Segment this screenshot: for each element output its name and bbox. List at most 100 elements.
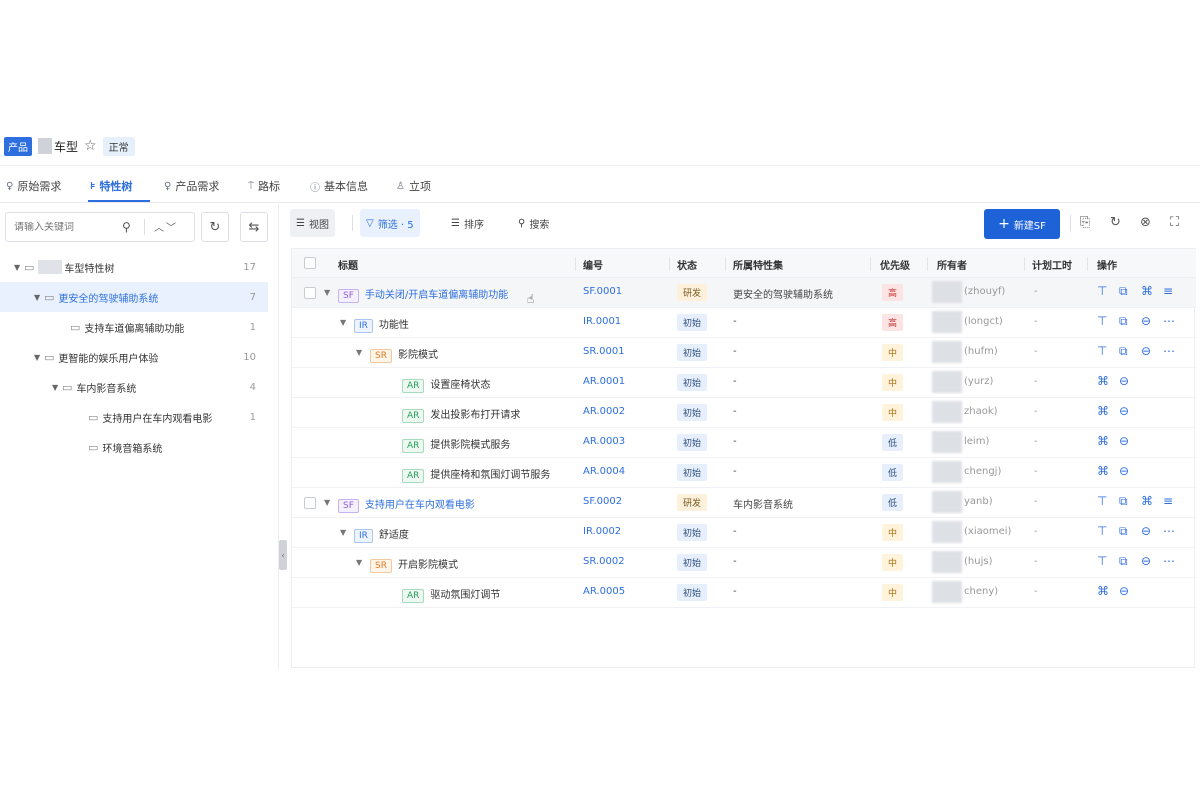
title-text[interactable]: 影院模式 [398, 350, 438, 361]
remove-icon[interactable]: ⊖ [1141, 524, 1151, 538]
link-icon[interactable]: ⌘ [1097, 374, 1109, 388]
table-row[interactable]: AR 设置座椅状态 AR.0001 初始 - 中 (yurz) - ⌘ ⊖ [292, 368, 1196, 398]
title-text[interactable]: 发出投影布打开请求 [430, 410, 520, 421]
more-icon[interactable]: ≡ [1163, 284, 1173, 298]
tab-basic-info[interactable]: ⓘ 基本信息 [310, 176, 368, 196]
title-text[interactable]: 功能性 [379, 320, 409, 331]
expand-arrow-icon[interactable]: ▼ [52, 383, 62, 392]
link-icon[interactable]: ⌘ [1141, 494, 1153, 508]
sidebar-collapse-handle[interactable]: ‹ [279, 540, 287, 570]
table-row[interactable]: ▼ SR 开启影院模式 SR.0002 初始 - 中 (hujs) - ⊤ ⧉ ⊖ ⋯ [292, 548, 1196, 578]
row-checkbox[interactable] [304, 287, 316, 299]
item-code[interactable]: SR.0001 [583, 346, 625, 357]
more-icon[interactable]: ≡ [1163, 494, 1173, 508]
tree-node-root[interactable]: ▼ ▭ 车型特性树 17 [0, 252, 268, 282]
expand-arrow-icon[interactable]: ▼ [356, 348, 362, 357]
table-row[interactable]: ▼ IR 功能性 IR.0001 初始 - 高 (longct) - ⊤ ⧉ ⊖ ⋯ [292, 308, 1196, 338]
item-code[interactable]: SF.0001 [583, 286, 622, 297]
row-title[interactable]: SF 手动关闭/开启车道偏离辅助功能 [338, 286, 508, 303]
row-title[interactable]: AR 驱动氛围灯调节 [402, 586, 500, 603]
table-row[interactable]: ▼ SF 支持用户在车内观看电影 SF.0002 研发 车内影音系统 低 yanb) - ⊤ ⧉ ⌘ ≡ [292, 488, 1196, 518]
row-checkbox[interactable] [304, 497, 316, 509]
link-icon[interactable]: ⌘ [1097, 584, 1109, 598]
tree-action-icon[interactable]: ⊤ [1097, 494, 1107, 508]
link-icon[interactable]: ⌘ [1097, 404, 1109, 418]
row-title[interactable]: AR 设置座椅状态 [402, 376, 490, 393]
refresh-button[interactable]: ↻ [201, 212, 229, 242]
item-code[interactable]: IR.0001 [583, 316, 621, 327]
copy-icon[interactable]: ⧉ [1119, 524, 1128, 539]
tree-node-movie[interactable]: ▭ 支持用户在车内观看电影 1 [0, 402, 268, 432]
title-text[interactable]: 支持用户在车内观看电影 [365, 500, 475, 511]
ellipsis-icon[interactable]: ⋯ [1163, 554, 1175, 568]
remove-icon[interactable]: ⊖ [1119, 434, 1129, 448]
tab-project[interactable]: ♙ 立项 [396, 176, 431, 196]
ellipsis-icon[interactable]: ⋯ [1163, 344, 1175, 358]
tree-node-av-system[interactable]: ▼ ▭ 车内影音系统 4 [0, 372, 268, 402]
tree-node-entertainment[interactable]: ▼ ▭ 更智能的娱乐用户体验 10 [0, 342, 268, 372]
tree-action-icon[interactable]: ⊤ [1097, 524, 1107, 538]
title-text[interactable]: 手动关闭/开启车道偏离辅助功能 [365, 290, 508, 301]
title-text[interactable]: 设置座椅状态 [430, 380, 490, 391]
refresh-icon[interactable]: ↻ [1110, 215, 1121, 230]
expand-arrow-icon[interactable]: ▼ [34, 293, 44, 302]
item-code[interactable]: AR.0001 [583, 376, 625, 387]
view-button[interactable]: ☰ 视图 [290, 209, 335, 237]
switch-button[interactable]: ⇆ [240, 212, 268, 242]
tree-node-safe-driving[interactable]: ▼ ▭ 更安全的驾驶辅助系统 7 [0, 282, 268, 312]
item-code[interactable]: AR.0004 [583, 466, 625, 477]
search-icon[interactable]: ⚲ [122, 220, 131, 234]
sort-button[interactable]: ☰ 排序 [445, 209, 490, 237]
col-priority[interactable]: 优先级 [880, 257, 910, 272]
row-title[interactable]: AR 提供影院模式服务 [402, 436, 510, 453]
row-title[interactable]: IR 功能性 [354, 316, 409, 333]
item-code[interactable]: SR.0002 [583, 556, 625, 567]
copy-icon[interactable]: ⧉ [1119, 554, 1128, 569]
tab-roadmap[interactable]: ⍑ 路标 [248, 176, 280, 196]
title-text[interactable]: 舒适度 [379, 530, 409, 541]
tree-node-speaker[interactable]: ▭ 环境音箱系统 [0, 432, 268, 462]
remove-icon[interactable]: ⊖ [1119, 584, 1129, 598]
table-row[interactable]: ▼ SF 手动关闭/开启车道偏离辅助功能 SF.0001 研发 更安全的驾驶辅助系统 高 (z… [292, 278, 1196, 308]
tab-feature-tree[interactable]: ⊧ 特性树 [90, 176, 132, 196]
tree-action-icon[interactable]: ⊤ [1097, 344, 1107, 358]
row-title[interactable]: SR 开启影院模式 [370, 556, 458, 573]
copy-icon[interactable]: ⧉ [1119, 494, 1128, 509]
ellipsis-icon[interactable]: ⋯ [1163, 314, 1175, 328]
col-planned-hours[interactable]: 计划工时 [1032, 257, 1072, 272]
link-icon[interactable]: ⌘ [1141, 284, 1153, 298]
expand-arrow-icon[interactable]: ▼ [324, 288, 330, 297]
expand-arrow-icon[interactable]: ▼ [340, 318, 346, 327]
table-row[interactable]: AR 发出投影布打开请求 AR.0002 初始 - 中 zhaok) - ⌘ ⊖ [292, 398, 1196, 428]
item-code[interactable]: AR.0005 [583, 586, 625, 597]
row-title[interactable]: SR 影院模式 [370, 346, 438, 363]
remove-icon[interactable]: ⊖ [1141, 314, 1151, 328]
expand-arrow-icon[interactable]: ▼ [356, 558, 362, 567]
table-row[interactable]: AR 提供座椅和氛围灯调节服务 AR.0004 初始 - 低 chengj) - ⌘ ⊖ [292, 458, 1196, 488]
table-row[interactable]: ▼ IR 舒适度 IR.0002 初始 - 中 (xiaomei) - ⊤ ⧉ ⊖ ⋯ [292, 518, 1196, 548]
tree-action-icon[interactable]: ⊤ [1097, 314, 1107, 328]
tab-raw-requirements[interactable]: ♀ 原始需求 [6, 176, 61, 196]
item-code[interactable]: AR.0003 [583, 436, 625, 447]
col-state[interactable]: 状态 [677, 257, 697, 272]
table-row[interactable]: ▼ SR 影院模式 SR.0001 初始 - 中 (hufm) - ⊤ ⧉ ⊖ ⋯ [292, 338, 1196, 368]
remove-icon[interactable]: ⊖ [1141, 554, 1151, 568]
title-text[interactable]: 提供座椅和氛围灯调节服务 [430, 470, 550, 481]
remove-icon[interactable]: ⊖ [1119, 374, 1129, 388]
row-title[interactable]: SF 支持用户在车内观看电影 [338, 496, 475, 513]
col-title[interactable]: 标题 [338, 257, 358, 272]
copy-icon[interactable]: ⧉ [1119, 344, 1128, 359]
copy-icon[interactable]: ⧉ [1119, 314, 1128, 329]
expand-arrow-icon[interactable]: ▼ [340, 528, 346, 537]
copy-icon[interactable]: ⧉ [1119, 284, 1128, 299]
remove-icon[interactable]: ⊖ [1119, 404, 1129, 418]
expand-arrow-icon[interactable]: ▼ [324, 498, 330, 507]
table-row[interactable]: AR 驱动氛围灯调节 AR.0005 初始 - 中 cheny) - ⌘ ⊖ [292, 578, 1196, 608]
remove-icon[interactable]: ⊖ [1141, 344, 1151, 358]
star-icon[interactable]: ☆ [84, 138, 97, 154]
fullscreen-icon[interactable]: ⛶ [1170, 215, 1179, 230]
select-all-checkbox[interactable] [304, 257, 316, 269]
export-icon[interactable]: ⎘ [1080, 215, 1090, 230]
title-text[interactable]: 提供影院模式服务 [430, 440, 510, 451]
search-button[interactable]: ⚲ 搜索 [512, 209, 555, 237]
